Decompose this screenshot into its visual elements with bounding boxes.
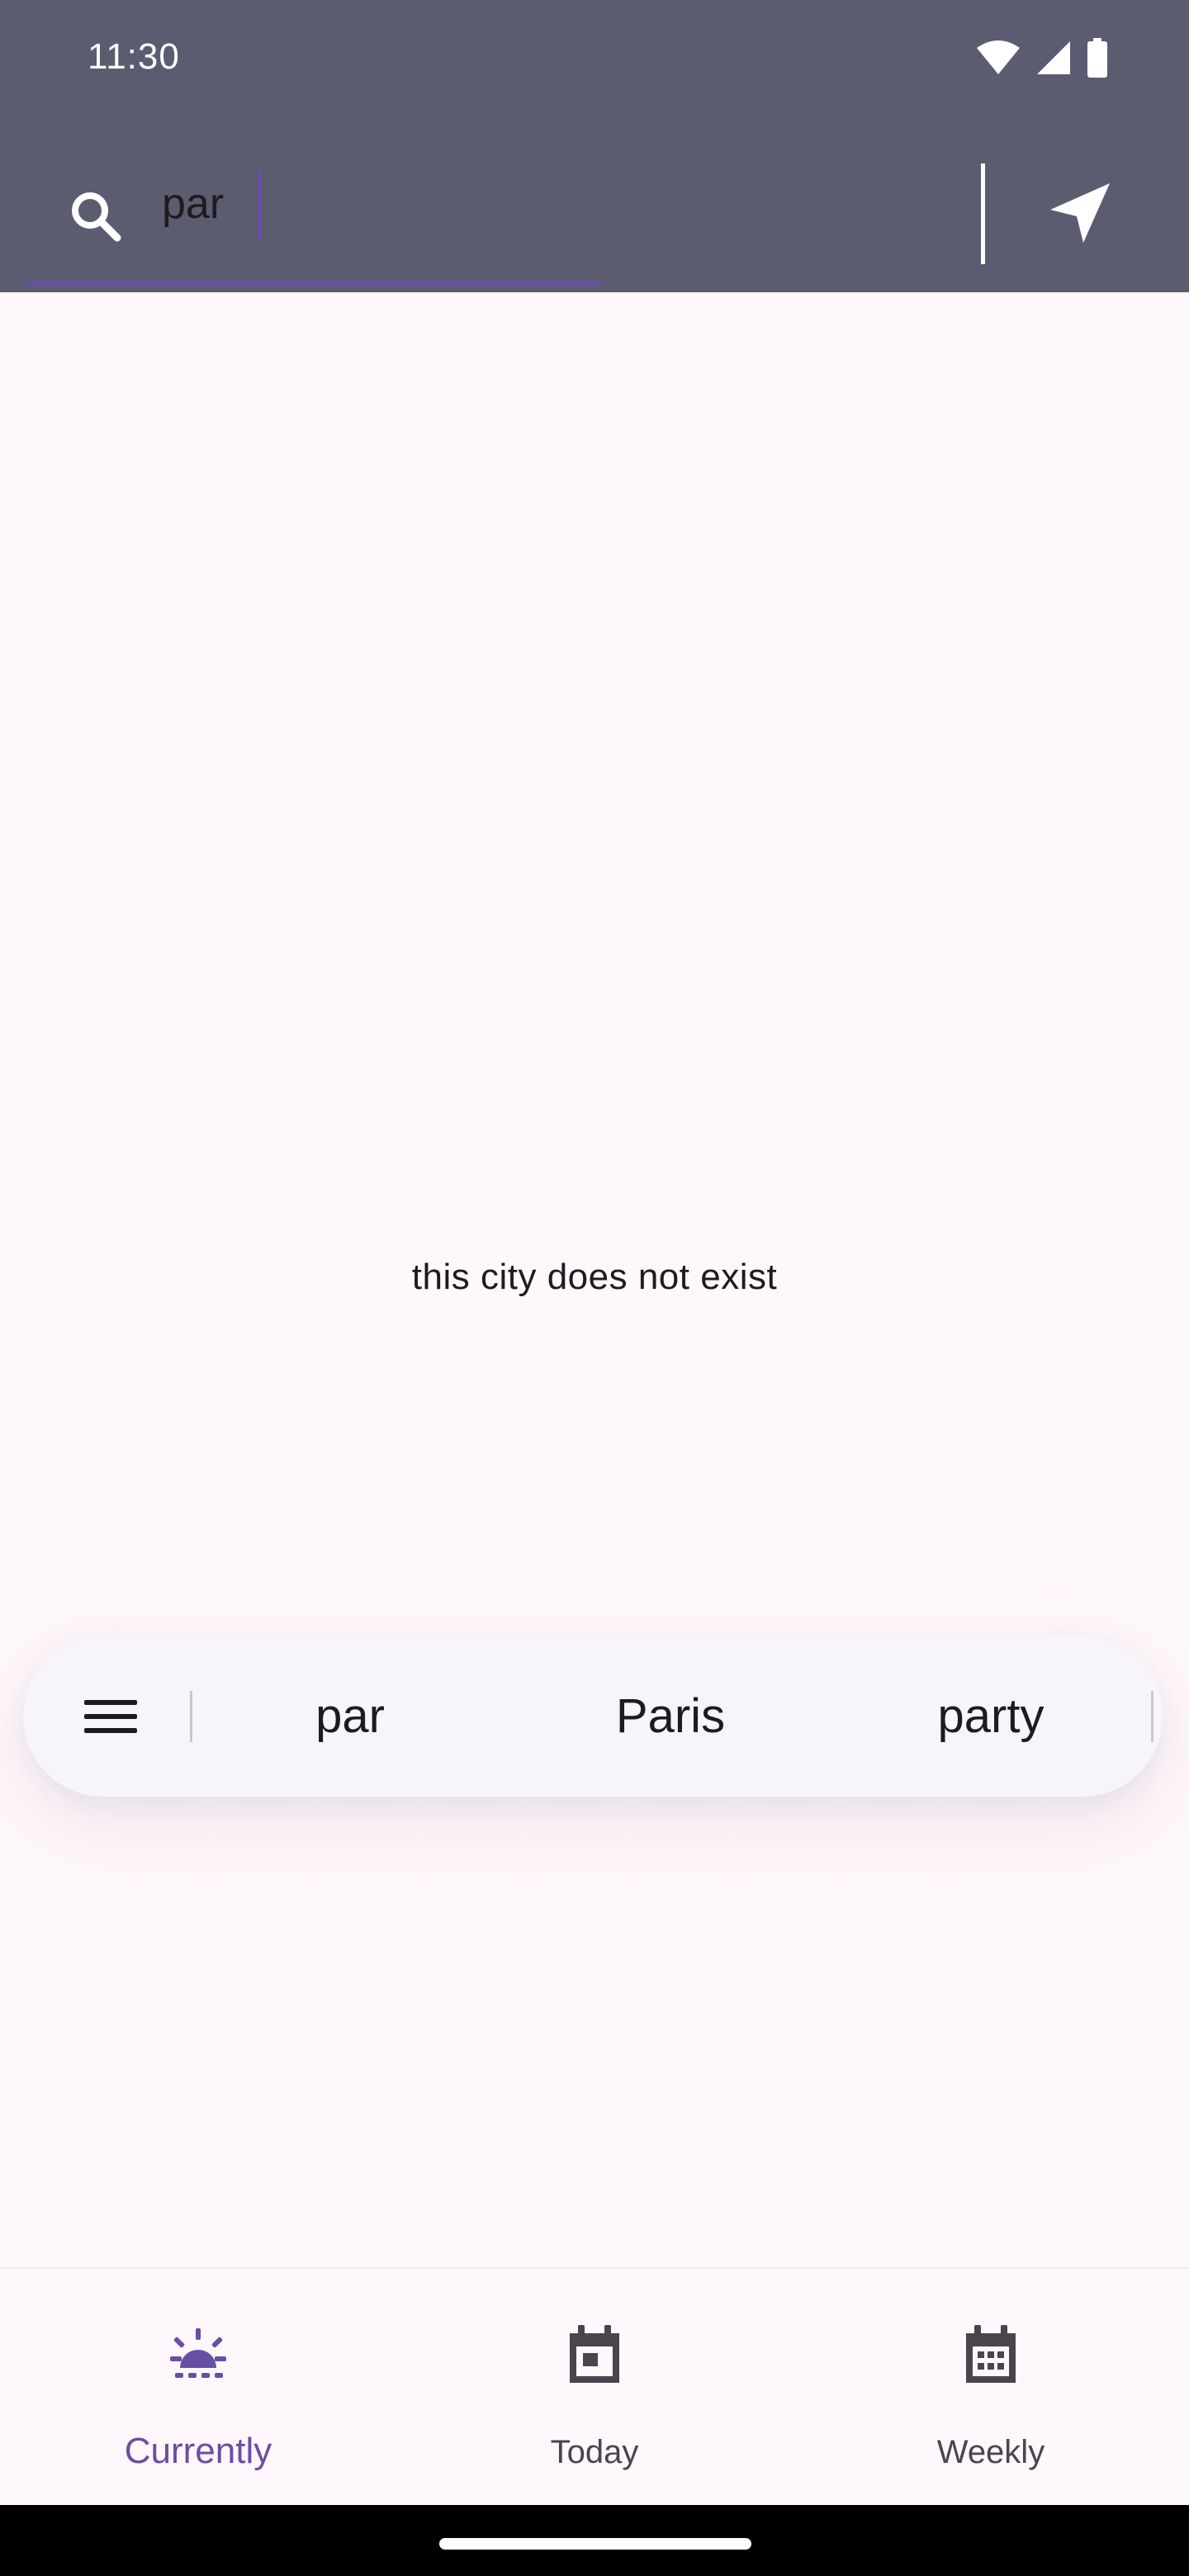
cellular-signal-icon: [1035, 40, 1072, 76]
search-input[interactable]: [162, 167, 575, 241]
home-gesture-handle[interactable]: [439, 2538, 751, 2550]
nav-item-currently[interactable]: Currently: [0, 2269, 396, 2507]
system-gesture-area: [0, 2505, 1189, 2576]
nav-label: Currently: [124, 2431, 272, 2471]
strip-divider: [190, 1691, 192, 1742]
nav-item-weekly[interactable]: Weekly: [793, 2269, 1189, 2507]
search-icon: [63, 183, 129, 249]
status-icons: [976, 38, 1108, 78]
status-bar: 11:30: [0, 0, 1189, 116]
battery-icon: [1087, 38, 1108, 78]
keyboard-suggestion-strip: par Paris party: [23, 1636, 1163, 1797]
suggestion-item[interactable]: par: [226, 1683, 474, 1750]
nav-item-today[interactable]: Today: [396, 2269, 793, 2507]
nav-label: Today: [550, 2434, 639, 2470]
bottom-navigation: Currently Today Weekly: [0, 2267, 1189, 2505]
strip-divider: [1151, 1691, 1153, 1742]
search-row: [0, 149, 1189, 292]
suggestion-item[interactable]: party: [867, 1683, 1115, 1750]
navigation-arrow-icon: [1045, 178, 1115, 252]
sun-icon: [165, 2322, 231, 2388]
main-content: this city does not exist: [0, 292, 1189, 2267]
calendar-today-icon: [561, 2322, 628, 2388]
nav-label: Weekly: [936, 2434, 1045, 2470]
text-cursor: [258, 170, 262, 239]
error-message: this city does not exist: [411, 1257, 778, 1297]
search-field[interactable]: [25, 149, 601, 287]
suggestion-item[interactable]: Paris: [547, 1683, 794, 1750]
wifi-icon: [976, 40, 1021, 76]
search-underline: [25, 281, 601, 286]
status-time: 11:30: [88, 36, 180, 77]
menu-icon[interactable]: [78, 1683, 144, 1750]
geolocation-button[interactable]: [1030, 165, 1130, 264]
search-divider: [981, 163, 985, 264]
top-app-bar: 11:30: [0, 0, 1189, 292]
calendar-month-icon: [958, 2322, 1024, 2388]
